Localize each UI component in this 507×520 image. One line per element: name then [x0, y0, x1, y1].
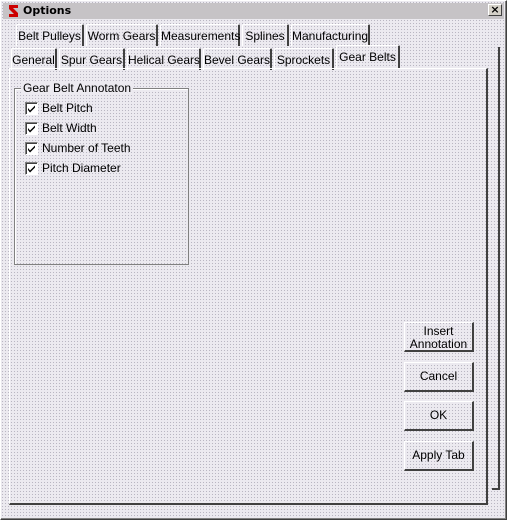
tab-belt-pulleys[interactable]: Belt Pulleys — [16, 24, 84, 46]
groupbox-title: Gear Belt Annotaton — [21, 81, 134, 95]
checkbox-label: Belt Width — [42, 121, 97, 135]
tab-gear-belts[interactable]: Gear Belts — [336, 45, 400, 69]
tab-stack-edge — [492, 47, 500, 490]
apply-tab-button[interactable]: Apply Tab — [404, 441, 474, 471]
tab-spur-gears[interactable]: Spur Gears — [59, 48, 125, 70]
tab-general[interactable]: General — [11, 48, 57, 70]
checkbox[interactable] — [25, 102, 38, 115]
tab-label: Spur Gears — [60, 53, 123, 67]
tab-label: Helical Gears — [128, 53, 201, 67]
checkbox[interactable] — [25, 142, 38, 155]
button-label-line2: Annotation — [409, 337, 468, 351]
tab-label: Measurements — [161, 29, 241, 43]
tab-label: Worm Gears — [87, 29, 156, 43]
checkbox[interactable] — [25, 122, 38, 135]
button-label: Apply Tab — [412, 448, 465, 462]
checkbox-label: Number of Teeth — [42, 141, 131, 155]
tab-sprockets[interactable]: Sprockets — [274, 48, 334, 70]
close-button[interactable]: × — [488, 4, 502, 16]
app-logo-icon — [6, 3, 22, 19]
annotation-groupbox — [14, 88, 189, 265]
tab-splines[interactable]: Splines — [242, 24, 289, 46]
checkbox-label: Belt Pitch — [42, 101, 93, 115]
tab-label: Gear Belts — [339, 50, 396, 64]
insert-annotation-button[interactable]: Insert Annotation — [404, 322, 474, 352]
check-icon — [28, 105, 35, 113]
title-bar[interactable]: Options × — [3, 3, 504, 19]
tab-label: Manufacturing — [292, 29, 369, 43]
button-label: OK — [429, 408, 448, 422]
check-icon — [28, 165, 35, 173]
ok-button[interactable]: OK — [404, 401, 474, 431]
check-icon — [28, 145, 35, 153]
tab-label: Bevel Gears — [204, 53, 271, 67]
tab-label: Belt Pulleys — [18, 29, 81, 43]
close-icon: × — [490, 3, 500, 16]
options-dialog: Options × Belt Pulleys Worm Gears Measur… — [0, 0, 507, 520]
tab-label: Splines — [245, 29, 285, 43]
cancel-button[interactable]: Cancel — [404, 362, 474, 392]
tab-worm-gears[interactable]: Worm Gears — [86, 24, 158, 46]
checkbox[interactable] — [25, 162, 38, 175]
checkbox-label: Pitch Diameter — [42, 161, 121, 175]
tab-bevel-gears[interactable]: Bevel Gears — [203, 48, 272, 70]
tab-measurements[interactable]: Measurements — [160, 24, 240, 46]
button-label: Cancel — [419, 369, 458, 383]
check-icon — [28, 125, 35, 133]
tab-label: Sprockets — [276, 53, 331, 67]
tab-label: General — [12, 53, 55, 67]
tab-manufacturing[interactable]: Manufacturing — [291, 24, 370, 46]
window-title: Options — [23, 4, 72, 17]
tab-helical-gears[interactable]: Helical Gears — [127, 48, 201, 70]
